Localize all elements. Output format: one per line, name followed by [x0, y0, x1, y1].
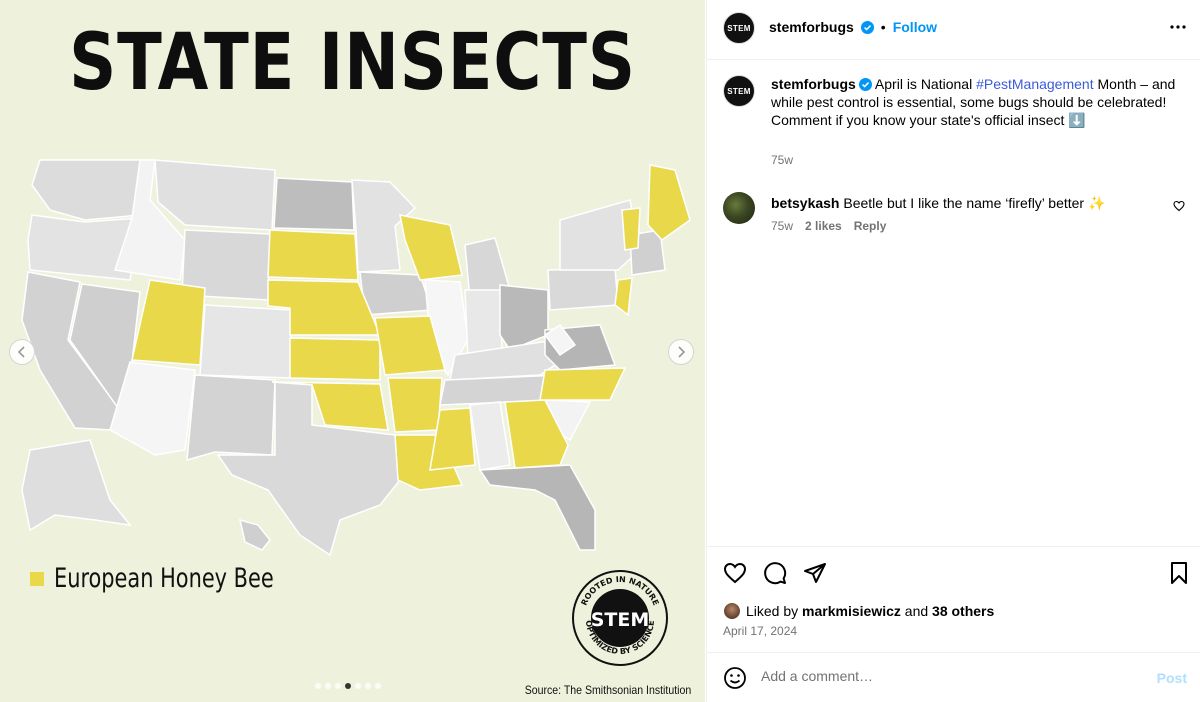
liker-username[interactable]: markmisiewicz — [802, 603, 901, 619]
save-bookmark-icon[interactable] — [1169, 561, 1189, 585]
state-pa — [547, 267, 619, 311]
separator-dot: • — [880, 19, 886, 35]
state-nm — [186, 374, 276, 462]
liked-by-text: Liked by markmisiewicz and 38 others — [746, 603, 994, 619]
liked-by-pre: Liked by — [746, 603, 803, 619]
us-state-insects-map — [21, 159, 691, 557]
state-wa — [31, 159, 141, 221]
state-me — [647, 164, 691, 241]
verified-badge-icon — [860, 20, 874, 34]
state-ak — [21, 439, 132, 532]
state-ar — [387, 377, 443, 433]
state-ks — [289, 337, 381, 381]
legend-swatch — [30, 571, 44, 586]
carousel-next-button[interactable] — [668, 339, 694, 365]
caption-avatar-text: STEM — [727, 86, 751, 96]
author-line: stemforbugs • Follow — [769, 19, 937, 35]
comment-time: 75w — [771, 219, 794, 233]
post-side-panel: STEM stemforbugs • Follow STEM stemforbu… — [706, 0, 1200, 702]
legend-label: European Honey Bee — [54, 563, 274, 594]
like-heart-icon[interactable] — [723, 561, 747, 585]
state-fl — [478, 464, 596, 551]
more-options-icon[interactable] — [1169, 18, 1187, 36]
commenter-username[interactable]: betsykash — [771, 195, 839, 211]
comment-text: betsykash Beetle but I like the name ‘fi… — [771, 194, 1151, 212]
state-sd — [267, 229, 359, 281]
carousel-dot — [365, 683, 371, 689]
chevron-right-icon — [678, 346, 686, 358]
comment-bubble-icon[interactable] — [763, 561, 787, 585]
chevron-left-icon — [17, 346, 25, 358]
post-comment-button[interactable]: Post — [1157, 670, 1187, 686]
carousel-dot — [355, 683, 361, 689]
author-username[interactable]: stemforbugs — [769, 19, 854, 35]
emoji-icon[interactable] — [723, 666, 747, 690]
add-comment-input[interactable] — [761, 668, 1141, 684]
verified-badge-icon — [858, 78, 872, 91]
stem-logo-badge: STEM ROOTED IN NATURE OPTIMIZED BY SCIEN… — [572, 570, 668, 666]
liked-by-mid: and — [900, 603, 933, 619]
state-co — [199, 304, 293, 379]
author-avatar[interactable]: STEM — [723, 12, 755, 44]
comment-reply-button[interactable]: Reply — [854, 219, 887, 233]
state-nd — [273, 177, 355, 231]
caption-text: stemforbugs April is National #PestManag… — [771, 75, 1181, 129]
caption-avatar[interactable]: STEM — [723, 75, 755, 107]
carousel-dot — [345, 683, 351, 689]
liker-avatar[interactable] — [723, 602, 741, 620]
comment-meta: 75w 2 likes Reply — [771, 219, 886, 233]
author-avatar-text: STEM — [727, 23, 751, 33]
state-hi — [238, 518, 271, 551]
share-send-icon[interactable] — [803, 561, 827, 585]
state-mt — [154, 159, 276, 231]
carousel-dot — [335, 683, 341, 689]
post-date: April 17, 2024 — [723, 624, 798, 638]
state-nj — [614, 277, 633, 317]
post-media: STATE INSECTS European Honey Bee STEM RO… — [0, 0, 705, 702]
post-header: STEM stemforbugs • Follow — [707, 0, 1200, 60]
carousel-dot — [315, 683, 321, 689]
carousel-dot — [375, 683, 381, 689]
caption-time: 75w — [771, 153, 794, 167]
state-al — [469, 401, 511, 471]
state-nc — [539, 367, 627, 401]
map-source: Source: The Smithsonian Institution — [524, 683, 691, 697]
post-actions: Liked by markmisiewicz and 38 others Apr… — [707, 546, 1200, 652]
carousel-prev-button[interactable] — [9, 339, 35, 365]
state-oh — [499, 284, 549, 351]
add-comment-bar: Post — [707, 652, 1200, 702]
commenter-avatar[interactable] — [723, 192, 755, 224]
comment-likes[interactable]: 2 likes — [805, 219, 842, 233]
comment-like-heart-icon[interactable] — [1173, 200, 1185, 212]
caption-hashtag-link[interactable]: #PestManagement — [976, 76, 1094, 92]
state-vt — [621, 207, 641, 251]
state-wi — [399, 214, 463, 281]
map-title: STATE INSECTS — [69, 18, 636, 108]
liked-by-others-link[interactable]: 38 others — [932, 603, 994, 619]
caption-username[interactable]: stemforbugs — [771, 76, 856, 92]
caption-pre: April is National — [874, 76, 977, 92]
follow-button[interactable]: Follow — [893, 19, 937, 35]
carousel-dot — [325, 683, 331, 689]
state-ut — [131, 279, 206, 366]
badge-text: STEM — [591, 609, 650, 631]
liked-by-line: Liked by markmisiewicz and 38 others — [723, 602, 994, 620]
map-legend: European Honey Bee — [30, 563, 310, 594]
carousel-dots — [315, 683, 381, 689]
comment-body: Beetle but I like the name ‘firefly’ bet… — [839, 195, 1106, 211]
